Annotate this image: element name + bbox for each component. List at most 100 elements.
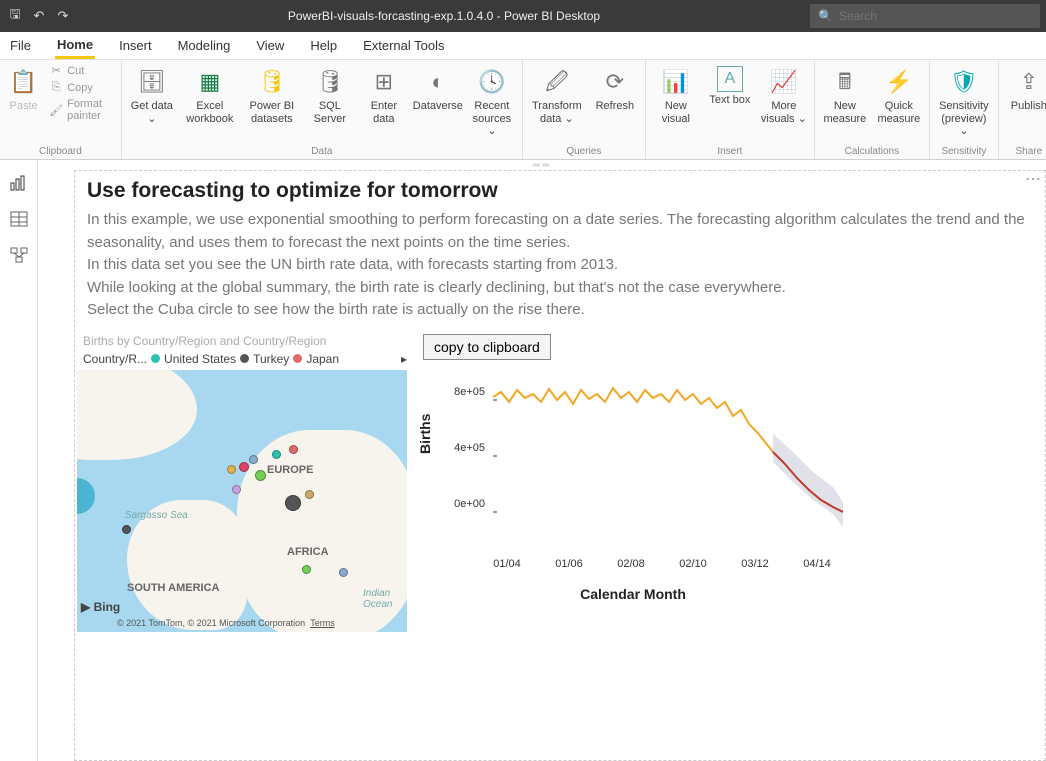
redo-icon[interactable]: ↷ [54,7,72,25]
map-region-label: EUROPE [267,464,313,476]
map-bubble[interactable] [272,450,281,459]
transform-data-button[interactable]: 🖉Transform data ⌄ [529,64,585,125]
model-view-icon[interactable] [9,246,29,264]
ribbon-group-sensitivity: 🛡Sensitivity (preview) ⌄ Sensitivity [930,60,999,159]
map-bubble[interactable] [339,568,348,577]
pbi-datasets-button[interactable]: 🛢Power BI datasets [244,64,300,125]
cut-icon: ✂ [49,64,63,77]
calculator-icon: 🖩 [829,66,861,98]
legend-dot [293,354,302,363]
transform-icon: 🖉 [541,66,573,98]
copy-icon: ⎘ [49,81,63,94]
copy-to-clipboard-button[interactable]: copy to clipboard [423,334,551,360]
search-box[interactable]: 🔍 [810,4,1040,28]
enter-data-button[interactable]: ⊞Enter data [360,64,408,125]
group-label: Clipboard [39,144,82,157]
shield-icon: 🛡 [948,66,980,98]
dataverse-button[interactable]: ◐Dataverse [414,64,462,113]
data-view-icon[interactable] [9,210,29,228]
map-bubble[interactable] [255,470,266,481]
actual-line [493,388,773,452]
map-bubble[interactable] [239,462,249,472]
map-visual[interactable]: Births by Country/Region and Country/Reg… [75,334,415,632]
search-input[interactable] [839,9,1032,23]
group-label: Queries [566,144,601,157]
y-axis-label: Births [417,413,433,453]
quick-access-toolbar: 🖫 ↶ ↷ [0,7,78,25]
paste-button[interactable]: 📋 Paste [6,64,41,113]
map-bubble[interactable] [227,465,236,474]
map-area[interactable]: EUROPE AFRICA SOUTH AMERICA Sargasso Sea… [77,370,407,632]
body-text: While looking at the global summary, the… [87,277,1033,300]
map-bubble[interactable] [249,455,258,464]
new-measure-button[interactable]: 🖩New measure [821,64,869,125]
ribbon-group-calculations: 🖩New measure ⚡Quick measure Calculations [815,60,930,159]
quick-measure-button[interactable]: ⚡Quick measure [875,64,923,125]
map-bubble[interactable] [77,478,95,514]
map-bubble[interactable] [289,445,298,454]
cut-button[interactable]: ✂Cut [49,64,115,77]
more-visuals-button[interactable]: 📈More visuals ⌄ [760,64,808,125]
group-label: Insert [717,144,742,157]
new-visual-button[interactable]: 📊New visual [652,64,700,125]
legend-item-label: Japan [306,352,339,366]
menu-help[interactable]: Help [308,34,339,57]
undo-icon[interactable]: ↶ [30,7,48,25]
refresh-button[interactable]: ⟳Refresh [591,64,639,113]
ribbon-group-insert: 📊New visual AText box 📈More visuals ⌄ In… [646,60,815,159]
drag-handle-icon[interactable]: ══ [38,160,1046,170]
ribbon: 📋 Paste ✂Cut ⎘Copy 🖌Format painter Clipb… [0,60,1046,160]
more-visuals-icon: 📈 [768,66,800,98]
paste-icon: 📋 [8,66,40,98]
report-canvas: ══ ⋯ Use forecasting to optimize for tom… [38,160,1046,761]
map-bubble[interactable] [285,495,301,511]
view-rail [0,160,38,761]
plot-area [493,372,843,554]
recent-sources-button[interactable]: 🕓Recent sources ⌄ [468,64,516,138]
forecast-confidence-band [773,434,843,527]
excel-workbook-button[interactable]: ▦Excel workbook [182,64,238,125]
format-painter-button[interactable]: 🖌Format painter [49,98,115,122]
terms-link[interactable]: Terms [310,618,335,628]
group-label: Calculations [845,144,899,157]
visual-options-icon[interactable]: ⋯ [1025,169,1041,189]
page-title: Use forecasting to optimize for tomorrow [87,179,1033,203]
text-visual: Use forecasting to optimize for tomorrow… [75,171,1045,328]
sensitivity-button[interactable]: 🛡Sensitivity (preview) ⌄ [936,64,992,138]
quick-measure-icon: ⚡ [883,66,915,98]
menu-view[interactable]: View [254,34,286,57]
report-view-icon[interactable] [9,174,29,192]
map-bubble[interactable] [305,490,314,499]
forecast-chart-visual[interactable]: copy to clipboard Births 8e+05 4e+05 0e+… [415,334,1045,632]
chevron-right-icon[interactable]: ▸ [401,352,407,366]
publish-button[interactable]: ⇪Publish [1005,64,1046,113]
map-bubble[interactable] [302,565,311,574]
body-text: In this example, we use exponential smoo… [87,209,1033,254]
textbox-icon: A [717,66,743,92]
x-tick: 02/10 [679,558,707,570]
dataset-icon: 🛢 [256,66,288,98]
legend-dot [240,354,249,363]
menu-external-tools[interactable]: External Tools [361,34,446,57]
x-tick: 03/12 [741,558,769,570]
copy-button[interactable]: ⎘Copy [49,81,115,94]
get-data-icon: 🗄 [136,66,168,98]
menu-home[interactable]: Home [55,33,95,59]
ribbon-group-data: 🗄Get data ⌄ ▦Excel workbook 🛢Power BI da… [122,60,523,159]
text-box-button[interactable]: AText box [706,64,754,107]
menu-file[interactable]: File [8,34,33,57]
sql-server-button[interactable]: 🛢SQL Server [306,64,354,125]
ribbon-group-share: ⇪Publish Share [999,60,1046,159]
map-bubble[interactable] [122,525,131,534]
map-sea-label: Indian Ocean [363,588,407,610]
excel-icon: ▦ [194,66,226,98]
menu-modeling[interactable]: Modeling [176,34,233,57]
clipboard-small-buttons: ✂Cut ⎘Copy 🖌Format painter [47,64,115,122]
report-page[interactable]: ⋯ Use forecasting to optimize for tomorr… [74,170,1046,761]
x-axis-label: Calendar Month [423,586,843,602]
menu-bar: File Home Insert Modeling View Help Exte… [0,32,1046,60]
map-bubble[interactable] [232,485,241,494]
save-icon[interactable]: 🖫 [6,7,24,25]
get-data-button[interactable]: 🗄Get data ⌄ [128,64,176,125]
menu-insert[interactable]: Insert [117,34,154,57]
